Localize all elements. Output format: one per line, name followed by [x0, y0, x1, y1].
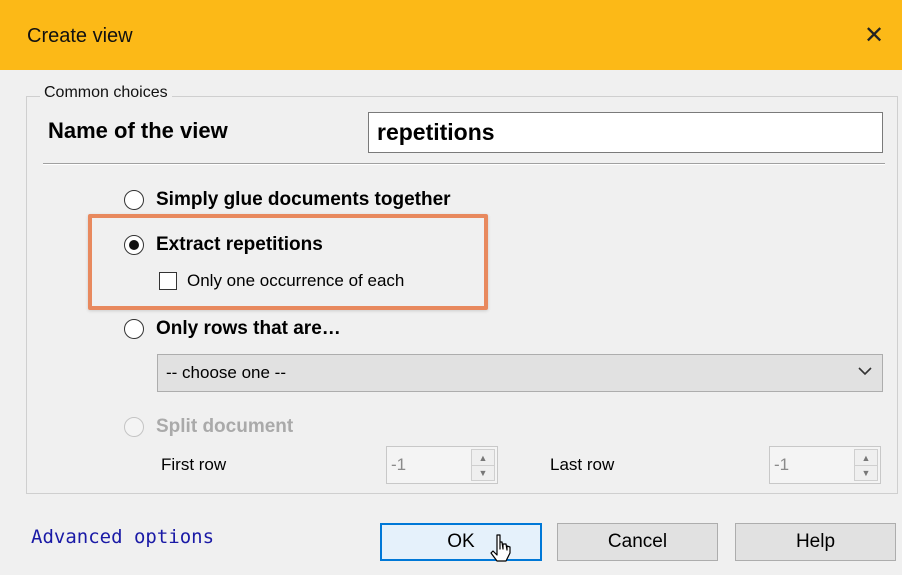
first-row-label: First row — [161, 455, 227, 474]
spin-down-icon: ▼ — [861, 467, 871, 478]
only-one-occurrence[interactable]: Only one occurrence of each — [159, 271, 404, 291]
first-row-value: -1 — [391, 455, 407, 474]
title-bar: Create view ✕ — [0, 0, 902, 70]
last-row-value: -1 — [774, 455, 790, 474]
first-row-spinner: -1 ▲ ▼ — [386, 446, 498, 484]
only-one-label: Only one occurrence of each — [187, 271, 405, 290]
option-rows-label: Only rows that are… — [156, 318, 341, 339]
help-button[interactable]: Help — [735, 523, 896, 561]
spin-up-icon: ▲ — [472, 450, 494, 466]
cancel-button[interactable]: Cancel — [557, 523, 718, 561]
help-button-label: Help — [795, 531, 836, 552]
last-row-label: Last row — [550, 455, 615, 474]
close-button[interactable]: ✕ — [846, 0, 902, 70]
cancel-button-label: Cancel — [607, 531, 668, 552]
radio-repetitions[interactable] — [124, 235, 144, 255]
spin-up-icon: ▲ — [855, 450, 877, 466]
group-legend: Common choices — [40, 84, 172, 102]
option-repetitions-label: Extract repetitions — [156, 234, 323, 255]
last-row-spinner: -1 ▲ ▼ — [769, 446, 881, 484]
last-row-spin-buttons: ▲ ▼ — [854, 449, 878, 481]
highlight-annotation — [88, 214, 488, 310]
option-glue-label: Simply glue documents together — [156, 189, 451, 210]
chevron-down-icon — [858, 367, 872, 376]
close-icon: ✕ — [863, 21, 885, 49]
only-one-checkbox[interactable] — [159, 272, 177, 290]
rows-select-value: -- choose one -- — [166, 363, 286, 382]
ok-button-label: OK — [447, 531, 475, 552]
view-name-label: Name of the view — [48, 118, 228, 143]
view-name-input[interactable] — [368, 112, 883, 153]
mouse-pointer-icon — [490, 534, 511, 562]
radio-rows[interactable] — [124, 319, 144, 339]
window-title: Create view — [27, 25, 133, 47]
option-repetitions[interactable]: Extract repetitions — [124, 234, 323, 256]
option-rows[interactable]: Only rows that are… — [124, 318, 341, 340]
radio-glue[interactable] — [124, 190, 144, 210]
rows-select[interactable]: -- choose one -- — [157, 354, 883, 392]
radio-split — [124, 417, 144, 437]
ok-button[interactable]: OK — [380, 523, 542, 561]
separator — [43, 163, 885, 165]
option-split-label: Split document — [156, 416, 294, 437]
advanced-options-link[interactable]: Advanced options — [31, 526, 214, 548]
option-split: Split document — [124, 416, 293, 438]
option-glue[interactable]: Simply glue documents together — [124, 189, 451, 211]
spin-down-icon: ▼ — [478, 467, 488, 478]
first-row-spin-buttons: ▲ ▼ — [471, 449, 495, 481]
